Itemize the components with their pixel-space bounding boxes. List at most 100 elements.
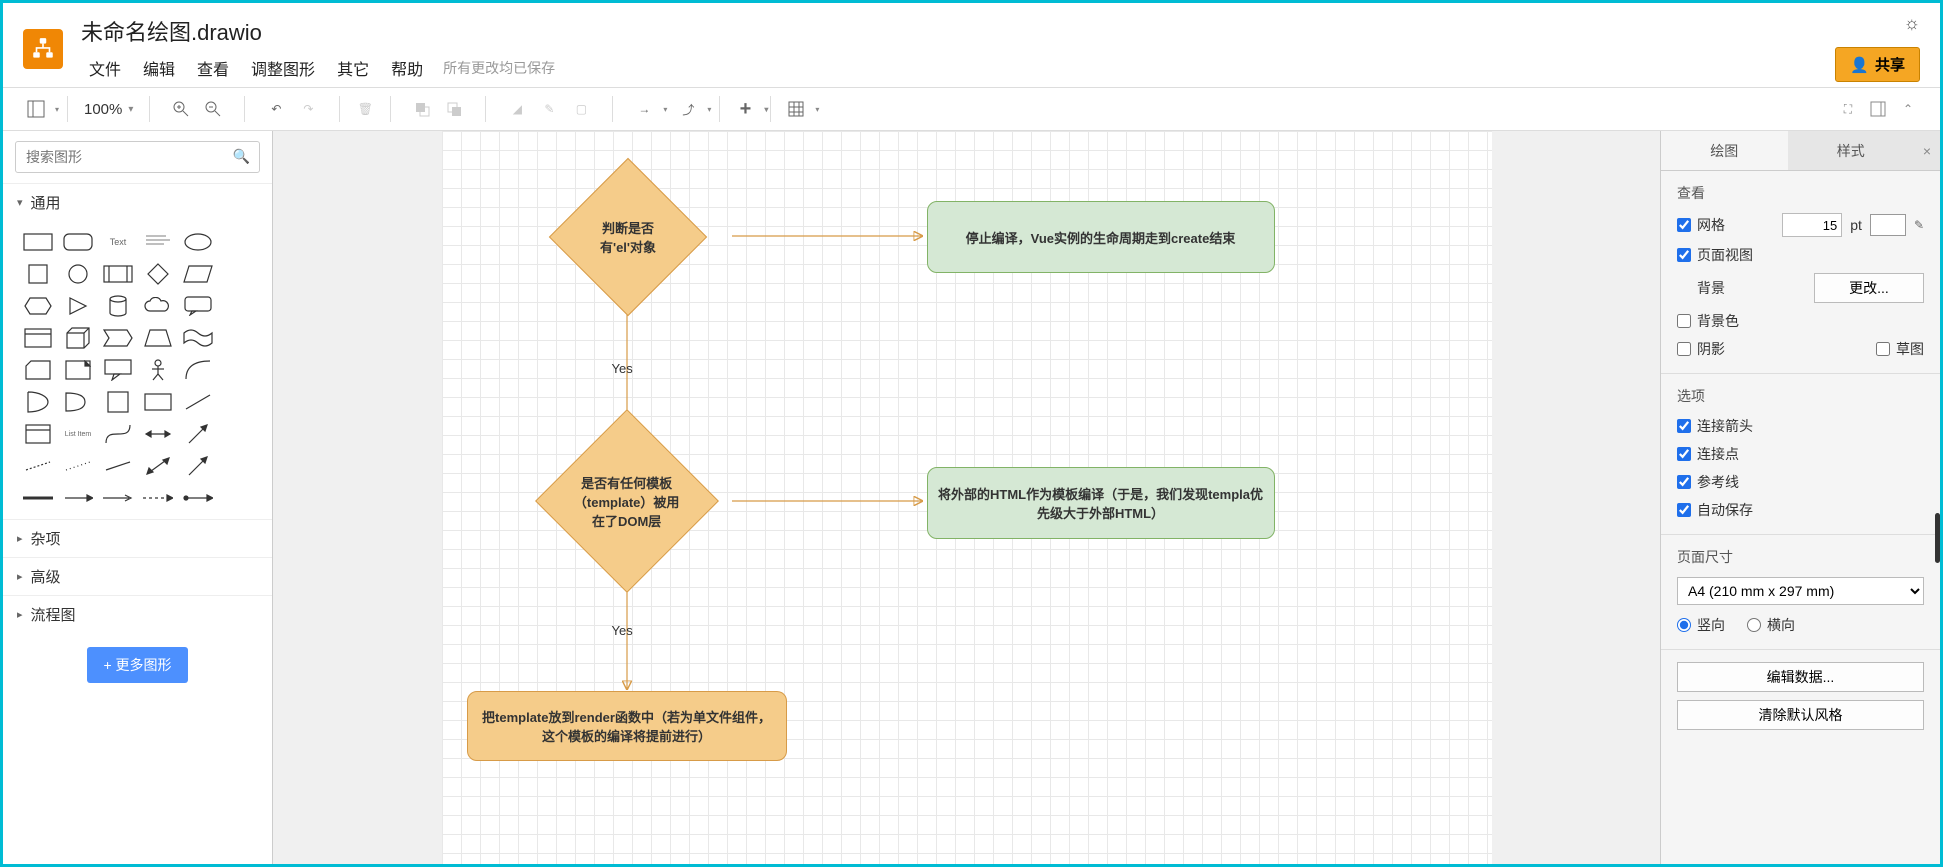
menu-view[interactable]: 查看 xyxy=(189,53,237,83)
node-decision-template[interactable]: 是否有任何模板（template）被用在了DOM层 xyxy=(535,409,719,593)
shape-triangle[interactable] xyxy=(61,295,95,317)
shape-blank8[interactable] xyxy=(221,455,255,477)
connector-button[interactable]: → xyxy=(629,94,659,124)
redo-button[interactable]: ↷ xyxy=(293,94,323,124)
tab-diagram[interactable]: 绘图 xyxy=(1661,131,1788,170)
grid-checkbox[interactable]: 网格 xyxy=(1677,215,1725,235)
shape-blank9[interactable] xyxy=(221,487,255,509)
shape-datastore[interactable] xyxy=(101,391,135,413)
menu-extras[interactable]: 其它 xyxy=(329,53,377,83)
shape-arrow-ne2[interactable] xyxy=(181,455,215,477)
fullscreen-icon[interactable]: ⛶ xyxy=(1838,99,1858,119)
shape-and[interactable] xyxy=(61,391,95,413)
canvas-page[interactable]: 判断是否有'el'对象 停止编译，Vue实例的生命周期走到create结束 Ye… xyxy=(442,131,1492,864)
clear-style-button[interactable]: 清除默认风格 xyxy=(1677,700,1924,730)
shape-line2[interactable] xyxy=(101,455,135,477)
shape-diamond[interactable] xyxy=(141,263,175,285)
menu-help[interactable]: 帮助 xyxy=(383,53,431,83)
add-button[interactable]: + xyxy=(730,94,760,124)
fill-button[interactable]: ◢ xyxy=(502,94,532,124)
waypoint-button[interactable]: ⤴ xyxy=(673,94,703,124)
to-front-button[interactable] xyxy=(407,94,437,124)
theme-toggle-icon[interactable]: ☼ xyxy=(1904,13,1921,34)
shape-biarrow[interactable] xyxy=(141,423,175,445)
edit-data-button[interactable]: 编辑数据... xyxy=(1677,662,1924,692)
shape-listitem[interactable]: List Item xyxy=(61,423,95,445)
shape-callout2[interactable] xyxy=(101,359,135,381)
shape-cloud[interactable] xyxy=(141,295,175,317)
shape-curve[interactable] xyxy=(181,359,215,381)
menu-arrange[interactable]: 调整图形 xyxy=(243,53,323,83)
section-general[interactable]: 通用 xyxy=(3,183,272,221)
search-input[interactable] xyxy=(15,141,260,173)
shape-dashed[interactable] xyxy=(21,455,55,477)
node-external-html[interactable]: 将外部的HTML作为模板编译（于是，我们发现templa优先级大于外部HTML） xyxy=(927,467,1275,539)
shape-rectangle2[interactable] xyxy=(141,391,175,413)
shape-hexagon[interactable] xyxy=(21,295,55,317)
shape-text[interactable]: Text xyxy=(101,231,135,253)
guides-checkbox[interactable]: 参考线 xyxy=(1677,472,1739,492)
shape-blank5[interactable] xyxy=(221,359,255,381)
shape-blank7[interactable] xyxy=(221,423,255,445)
zoom-in-button[interactable] xyxy=(166,94,196,124)
shape-connector[interactable] xyxy=(181,487,215,509)
sidebar-toggle-button[interactable] xyxy=(21,94,51,124)
conn-arrows-checkbox[interactable]: 连接箭头 xyxy=(1677,416,1753,436)
doc-title[interactable]: 未命名绘图.drawio xyxy=(81,15,555,47)
grid-size-input[interactable] xyxy=(1782,213,1842,237)
app-logo[interactable] xyxy=(23,29,63,69)
shape-ellipse[interactable] xyxy=(181,231,215,253)
shape-blank6[interactable] xyxy=(221,391,255,413)
pageview-checkbox[interactable]: 页面视图 xyxy=(1677,245,1753,265)
shape-blank3[interactable] xyxy=(221,295,255,317)
collapse-icon[interactable]: ⌃ xyxy=(1898,99,1918,119)
shape-process[interactable] xyxy=(101,263,135,285)
shape-note[interactable] xyxy=(61,359,95,381)
table-button[interactable] xyxy=(781,94,811,124)
shape-thinarrow[interactable] xyxy=(101,487,135,509)
search-icon[interactable]: 🔍 xyxy=(233,148,250,165)
node-render-fn[interactable]: 把template放到render函数中（若为单文件组件，这个模板的编译将提前进… xyxy=(467,691,787,761)
tab-style[interactable]: 样式 xyxy=(1788,131,1915,170)
canvas-wrap[interactable]: 判断是否有'el'对象 停止编译，Vue实例的生命周期走到create结束 Ye… xyxy=(273,131,1660,864)
menu-edit[interactable]: 编辑 xyxy=(135,53,183,83)
shape-dotted[interactable] xyxy=(61,455,95,477)
shadow-checkbox[interactable]: 阴影 xyxy=(1677,339,1725,359)
scroll-indicator[interactable] xyxy=(1935,513,1940,563)
shape-blank2[interactable] xyxy=(221,263,255,285)
shape-rounded[interactable] xyxy=(61,231,95,253)
shape-blank[interactable] xyxy=(221,231,255,253)
shape-arrow-ne[interactable] xyxy=(181,423,215,445)
shape-dasharrow[interactable] xyxy=(141,487,175,509)
shape-textbox[interactable] xyxy=(141,231,175,253)
undo-button[interactable]: ↶ xyxy=(261,94,291,124)
node-stop-compile[interactable]: 停止编译，Vue实例的生命周期走到create结束 xyxy=(927,201,1275,273)
grid-color-swatch[interactable] xyxy=(1870,214,1906,236)
shape-cube[interactable] xyxy=(61,327,95,349)
sketch-checkbox[interactable]: 草图 xyxy=(1876,339,1924,359)
shape-circle[interactable] xyxy=(61,263,95,285)
node-decision-el[interactable]: 判断是否有'el'对象 xyxy=(548,158,706,316)
delete-button[interactable]: 🗑 xyxy=(350,94,380,124)
more-shapes-button[interactable]: + 更多图形 xyxy=(87,647,187,683)
to-back-button[interactable] xyxy=(439,94,469,124)
shape-blank4[interactable] xyxy=(221,327,255,349)
shape-or[interactable] xyxy=(21,391,55,413)
shape-rect[interactable] xyxy=(21,231,55,253)
section-flowchart[interactable]: 流程图 xyxy=(3,595,272,633)
shape-link[interactable] xyxy=(61,487,95,509)
conn-points-checkbox[interactable]: 连接点 xyxy=(1677,444,1739,464)
bgcolor-checkbox[interactable]: 背景色 xyxy=(1677,311,1739,331)
portrait-radio[interactable]: 竖向 xyxy=(1677,615,1725,635)
shape-callout[interactable] xyxy=(181,295,215,317)
section-advanced[interactable]: 高级 xyxy=(3,557,272,595)
shape-doublerect[interactable] xyxy=(21,327,55,349)
landscape-radio[interactable]: 横向 xyxy=(1747,615,1795,635)
shape-biarrow2[interactable] xyxy=(141,455,175,477)
menu-file[interactable]: 文件 xyxy=(81,53,129,83)
shape-tape[interactable] xyxy=(181,327,215,349)
grid-edit-icon[interactable]: ✎ xyxy=(1914,218,1924,232)
shape-list[interactable] xyxy=(21,423,55,445)
format-panel-icon[interactable] xyxy=(1868,99,1888,119)
autosave-checkbox[interactable]: 自动保存 xyxy=(1677,500,1753,520)
